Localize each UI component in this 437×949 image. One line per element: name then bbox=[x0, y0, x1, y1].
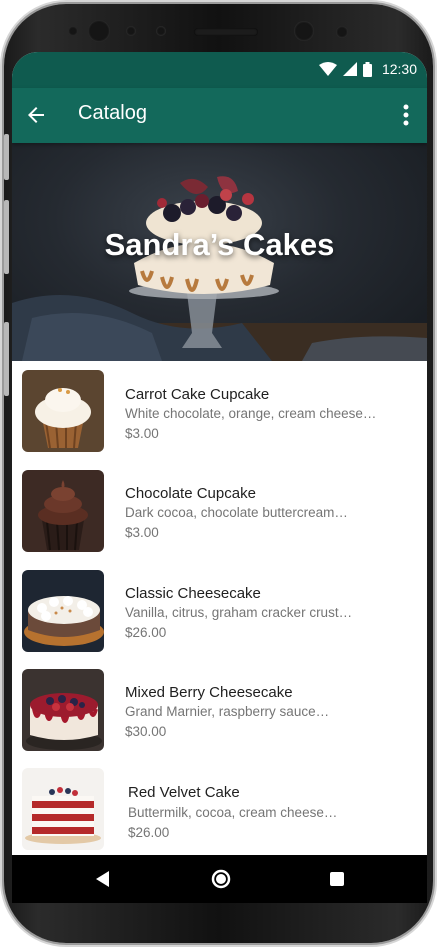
item-price: $30.00 bbox=[125, 724, 167, 739]
volume-up-button bbox=[4, 134, 9, 180]
item-price: $26.00 bbox=[128, 825, 170, 840]
system-nav-bar bbox=[12, 855, 427, 903]
item-name: Mixed Berry Cheesecake bbox=[125, 684, 293, 701]
app-bar: Catalog bbox=[12, 88, 427, 143]
cheesecake-thumbnail bbox=[22, 570, 104, 652]
list-item[interactable]: Carrot Cake Cupcake White chocolate, ora… bbox=[12, 361, 427, 459]
battery-icon bbox=[362, 61, 372, 77]
red-velvet-cake-thumbnail bbox=[22, 768, 104, 850]
item-description: White chocolate, orange, cream cheese… bbox=[125, 406, 377, 421]
carrot-cupcake-thumbnail bbox=[22, 370, 104, 452]
item-price: $3.00 bbox=[125, 525, 159, 540]
berry-cheesecake-thumbnail bbox=[22, 669, 104, 751]
item-description: Vanilla, citrus, graham cracker crust… bbox=[125, 605, 353, 620]
power-button bbox=[4, 322, 9, 396]
sensor-icon bbox=[126, 26, 136, 36]
sensor-icon bbox=[336, 26, 348, 38]
status-time: 12:30 bbox=[381, 61, 417, 77]
front-camera-icon bbox=[88, 20, 110, 42]
chocolate-cupcake-thumbnail bbox=[22, 470, 104, 552]
earpiece-speaker bbox=[194, 28, 258, 36]
sensor-icon bbox=[156, 26, 166, 36]
nav-home-icon[interactable] bbox=[211, 869, 231, 889]
store-title: Sandra’s Cakes bbox=[104, 227, 335, 262]
item-description: Dark cocoa, chocolate buttercream… bbox=[125, 505, 348, 520]
wifi-icon bbox=[318, 62, 337, 76]
list-item[interactable]: Chocolate Cupcake Dark cocoa, chocolate … bbox=[12, 461, 427, 559]
item-description: Grand Marnier, raspberry sauce… bbox=[125, 704, 330, 719]
list-item[interactable]: Mixed Berry Cheesecake Grand Marnier, ra… bbox=[12, 660, 427, 758]
app-screen: 12:30 Catalog Sandra’s Cakes Carrot Cake… bbox=[12, 52, 427, 855]
arrow-back-icon[interactable] bbox=[24, 103, 48, 127]
item-price: $26.00 bbox=[125, 625, 167, 640]
cell-signal-icon bbox=[342, 62, 357, 76]
front-camera-icon bbox=[294, 21, 314, 41]
item-price: $3.00 bbox=[125, 426, 159, 441]
item-name: Carrot Cake Cupcake bbox=[125, 386, 270, 403]
item-name: Classic Cheesecake bbox=[125, 585, 261, 602]
volume-down-button bbox=[4, 200, 9, 274]
item-name: Red Velvet Cake bbox=[128, 784, 240, 801]
status-bar: 12:30 bbox=[12, 52, 427, 88]
sensor-icon bbox=[68, 26, 78, 36]
status-icons: 12:30 bbox=[318, 61, 417, 77]
nav-back-icon[interactable] bbox=[96, 871, 110, 887]
hero-banner: Sandra’s Cakes bbox=[12, 143, 427, 361]
more-vert-icon[interactable] bbox=[403, 104, 409, 126]
list-item[interactable]: Red Velvet Cake Buttermilk, cocoa, cream… bbox=[12, 759, 427, 855]
nav-recents-icon[interactable] bbox=[330, 872, 344, 886]
item-description: Buttermilk, cocoa, cream cheese… bbox=[128, 805, 338, 820]
item-name: Chocolate Cupcake bbox=[125, 485, 256, 502]
page-title: Catalog bbox=[78, 102, 147, 124]
list-item[interactable]: Classic Cheesecake Vanilla, citrus, grah… bbox=[12, 561, 427, 659]
